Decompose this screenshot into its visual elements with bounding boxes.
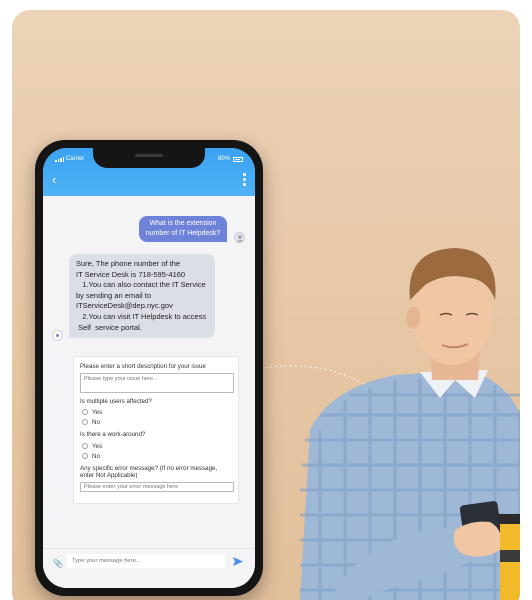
radio-button[interactable] <box>82 453 88 459</box>
form-question-multiple-users: Is multiple users affected? <box>80 398 152 405</box>
radio-option-no[interactable]: No <box>82 418 232 426</box>
radio-option-yes[interactable]: Yes <box>82 442 232 450</box>
phone-notch <box>93 148 205 168</box>
radio-option-no[interactable]: No <box>82 452 232 460</box>
issue-form-card: Please enter a short description for you… <box>73 356 239 504</box>
form-question-error-message-line2: enter Not Applicable) <box>80 472 138 479</box>
radio-button[interactable] <box>82 419 88 425</box>
kebab-menu-icon[interactable] <box>243 173 246 186</box>
radio-option-yes[interactable]: Yes <box>82 408 232 416</box>
status-right: 80% <box>218 156 243 162</box>
bot-message-bubble: Sure, The phone number of the IT Service… <box>69 254 215 339</box>
phone-mockup: Carrier 80% ‹ What is the extension numb… <box>35 140 263 596</box>
back-arrow-icon[interactable]: ‹ <box>52 173 56 186</box>
chat-thread: What is the extension number of IT Helpd… <box>43 196 255 548</box>
status-left: Carrier <box>55 156 84 162</box>
form-question-description: Please enter a short description for you… <box>80 363 206 370</box>
paperclip-icon[interactable]: 📎 <box>53 559 63 568</box>
form-question-error-message: Any specific error message? (If no error… <box>80 465 218 472</box>
user-avatar-icon <box>234 232 245 243</box>
chat-screen: Carrier 80% ‹ What is the extension numb… <box>43 148 255 588</box>
radio-label: No <box>92 452 100 460</box>
bot-message-line: IT Service Desk is 718-595-4160 <box>76 269 186 279</box>
message-input[interactable] <box>67 554 225 568</box>
bot-message-line: ITServiceDesk@dep.nyc.gov <box>76 301 173 311</box>
bot-message-line: Self service portal. <box>76 322 142 332</box>
hero-card: Carrier 80% ‹ What is the extension numb… <box>12 10 520 600</box>
message-composer: 📎 <box>43 548 255 588</box>
battery-label: 80% <box>217 156 230 162</box>
form-question-work-around: Is there a work-around? <box>80 431 146 438</box>
bot-avatar-icon <box>52 330 63 341</box>
user-message-bubble: What is the extension number of IT Helpd… <box>139 216 227 242</box>
radio-label: No <box>92 418 100 426</box>
error-message-input[interactable] <box>80 482 234 492</box>
radio-button[interactable] <box>82 443 88 449</box>
radio-label: Yes <box>92 442 103 450</box>
send-icon[interactable] <box>233 557 243 566</box>
bot-message-line: 1.You can also contact the IT Service <box>76 280 206 290</box>
bot-message-line: by sending an email to <box>76 290 152 300</box>
carrier-label: Carrier <box>66 156 85 162</box>
issue-description-input[interactable] <box>80 373 234 393</box>
bot-message-line: Sure, The phone number of the <box>76 259 181 268</box>
battery-icon <box>233 156 243 162</box>
radio-label: Yes <box>92 408 103 416</box>
bot-message-line: 2.You can visit IT Helpdesk to access <box>76 311 207 321</box>
radio-button[interactable] <box>82 409 88 415</box>
signal-icon <box>55 156 64 162</box>
